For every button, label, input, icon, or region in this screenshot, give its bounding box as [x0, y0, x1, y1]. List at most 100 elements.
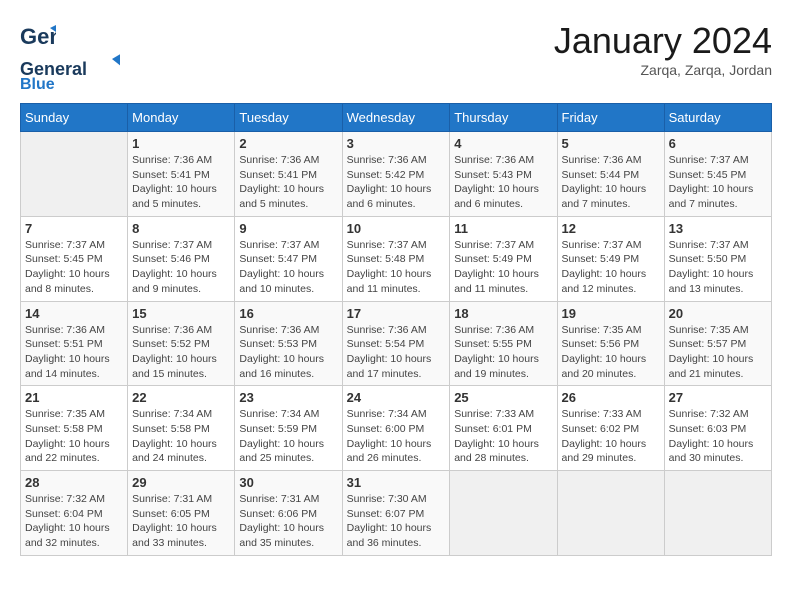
day-info: Sunrise: 7:31 AMSunset: 6:06 PMDaylight:… — [239, 492, 337, 551]
day-info: Sunrise: 7:35 AMSunset: 5:58 PMDaylight:… — [25, 407, 123, 466]
day-info: Sunrise: 7:31 AMSunset: 6:05 PMDaylight:… — [132, 492, 230, 551]
day-number: 29 — [132, 475, 230, 490]
location: Zarqa, Zarqa, Jordan — [554, 62, 772, 78]
calendar-cell: 10Sunrise: 7:37 AMSunset: 5:48 PMDayligh… — [342, 216, 450, 301]
day-info: Sunrise: 7:30 AMSunset: 6:07 PMDaylight:… — [347, 492, 446, 551]
calendar-cell: 17 Sunrise: 7:36 AMSunset: 5:54 PMDayligh… — [342, 301, 450, 386]
calendar-cell: 12 Sunrise: 7:37 AMSunset: 5:49 PMDayligh… — [557, 216, 664, 301]
day-info: Sunrise: 7:36 AMSunset: 5:43 PMDaylight:… — [454, 153, 552, 212]
day-number: 17 — [347, 306, 446, 321]
day-number: 9 — [239, 221, 337, 236]
day-info: Sunrise: 7:36 AMSunset: 5:41 PMDaylight:… — [132, 153, 230, 212]
calendar-cell: 13 Sunrise: 7:37 AMSunset: 5:50 PMDayligh… — [664, 216, 771, 301]
calendar-cell: 3Sunrise: 7:36 AMSunset: 5:42 PMDaylight… — [342, 132, 450, 217]
day-info: Sunrise: 7:37 AMSunset: 5:47 PMDaylight:… — [239, 238, 337, 297]
day-number: 30 — [239, 475, 337, 490]
calendar-cell: 27 Sunrise: 7:32 AMSunset: 6:03 PMDayligh… — [664, 386, 771, 471]
day-number: 24 — [347, 390, 446, 405]
weekday-header-cell: Friday — [557, 104, 664, 132]
calendar-cell: 1 Sunrise: 7:36 AMSunset: 5:41 PMDaylight… — [128, 132, 235, 217]
day-info: Sunrise: 7:36 AMSunset: 5:51 PMDaylight:… — [25, 323, 123, 382]
weekday-header-cell: Saturday — [664, 104, 771, 132]
day-info: Sunrise: 7:37 AMSunset: 5:48 PMDaylight:… — [347, 238, 446, 297]
day-info: Sunrise: 7:37 AMSunset: 5:45 PMDaylight:… — [669, 153, 767, 212]
day-number: 2 — [239, 136, 337, 151]
calendar-cell: 19 Sunrise: 7:35 AMSunset: 5:56 PMDayligh… — [557, 301, 664, 386]
calendar-cell: 20 Sunrise: 7:35 AMSunset: 5:57 PMDayligh… — [664, 301, 771, 386]
page-header: General General Blue January 2024 Zarqa,… — [20, 20, 772, 93]
day-number: 12 — [562, 221, 660, 236]
calendar-week-row: 28 Sunrise: 7:32 AMSunset: 6:04 PMDayligh… — [21, 471, 772, 556]
calendar-week-row: 1 Sunrise: 7:36 AMSunset: 5:41 PMDaylight… — [21, 132, 772, 217]
calendar-cell: 11Sunrise: 7:37 AMSunset: 5:49 PMDayligh… — [450, 216, 557, 301]
day-info: Sunrise: 7:32 AMSunset: 6:03 PMDaylight:… — [669, 407, 767, 466]
day-info: Sunrise: 7:36 AMSunset: 5:41 PMDaylight:… — [239, 153, 337, 212]
day-number: 6 — [669, 136, 767, 151]
calendar-cell: 5Sunrise: 7:36 AMSunset: 5:44 PMDaylight… — [557, 132, 664, 217]
day-info: Sunrise: 7:33 AMSunset: 6:01 PMDaylight:… — [454, 407, 552, 466]
weekday-header-row: SundayMondayTuesdayWednesdayThursdayFrid… — [21, 104, 772, 132]
day-number: 4 — [454, 136, 552, 151]
calendar-week-row: 7 Sunrise: 7:37 AMSunset: 5:45 PMDaylight… — [21, 216, 772, 301]
day-number: 28 — [25, 475, 123, 490]
day-number: 3 — [347, 136, 446, 151]
day-number: 21 — [25, 390, 123, 405]
day-number: 11 — [454, 221, 552, 236]
day-number: 23 — [239, 390, 337, 405]
calendar-cell: 22Sunrise: 7:34 AMSunset: 5:58 PMDayligh… — [128, 386, 235, 471]
day-info: Sunrise: 7:37 AMSunset: 5:49 PMDaylight:… — [562, 238, 660, 297]
day-number: 5 — [562, 136, 660, 151]
day-info: Sunrise: 7:32 AMSunset: 6:04 PMDaylight:… — [25, 492, 123, 551]
calendar-week-row: 14 Sunrise: 7:36 AMSunset: 5:51 PMDayligh… — [21, 301, 772, 386]
calendar-cell: 29 Sunrise: 7:31 AMSunset: 6:05 PMDayligh… — [128, 471, 235, 556]
month-title: January 2024 — [554, 20, 772, 62]
day-number: 13 — [669, 221, 767, 236]
calendar-week-row: 21 Sunrise: 7:35 AMSunset: 5:58 PMDayligh… — [21, 386, 772, 471]
calendar-cell: 23 Sunrise: 7:34 AMSunset: 5:59 PMDayligh… — [235, 386, 342, 471]
day-info: Sunrise: 7:36 AMSunset: 5:54 PMDaylight:… — [347, 323, 446, 382]
title-block: January 2024 Zarqa, Zarqa, Jordan — [554, 20, 772, 78]
calendar-cell: 2 Sunrise: 7:36 AMSunset: 5:41 PMDaylight… — [235, 132, 342, 217]
day-number: 14 — [25, 306, 123, 321]
weekday-header-cell: Sunday — [21, 104, 128, 132]
calendar-cell — [21, 132, 128, 217]
day-number: 1 — [132, 136, 230, 151]
day-number: 20 — [669, 306, 767, 321]
day-info: Sunrise: 7:37 AMSunset: 5:45 PMDaylight:… — [25, 238, 123, 297]
weekday-header-cell: Thursday — [450, 104, 557, 132]
day-number: 19 — [562, 306, 660, 321]
day-info: Sunrise: 7:35 AMSunset: 5:56 PMDaylight:… — [562, 323, 660, 382]
day-number: 7 — [25, 221, 123, 236]
calendar-cell: 15 Sunrise: 7:36 AMSunset: 5:52 PMDayligh… — [128, 301, 235, 386]
calendar-cell — [450, 471, 557, 556]
day-info: Sunrise: 7:37 AMSunset: 5:50 PMDaylight:… — [669, 238, 767, 297]
day-info: Sunrise: 7:33 AMSunset: 6:02 PMDaylight:… — [562, 407, 660, 466]
weekday-header-cell: Wednesday — [342, 104, 450, 132]
day-info: Sunrise: 7:36 AMSunset: 5:53 PMDaylight:… — [239, 323, 337, 382]
calendar-cell: 14 Sunrise: 7:36 AMSunset: 5:51 PMDayligh… — [21, 301, 128, 386]
day-info: Sunrise: 7:34 AMSunset: 5:58 PMDaylight:… — [132, 407, 230, 466]
logo: General General Blue — [20, 20, 120, 93]
day-number: 26 — [562, 390, 660, 405]
calendar-cell: 6 Sunrise: 7:37 AMSunset: 5:45 PMDaylight… — [664, 132, 771, 217]
day-number: 27 — [669, 390, 767, 405]
calendar-table: SundayMondayTuesdayWednesdayThursdayFrid… — [20, 103, 772, 556]
day-number: 25 — [454, 390, 552, 405]
day-info: Sunrise: 7:34 AMSunset: 5:59 PMDaylight:… — [239, 407, 337, 466]
day-number: 15 — [132, 306, 230, 321]
day-info: Sunrise: 7:36 AMSunset: 5:52 PMDaylight:… — [132, 323, 230, 382]
day-number: 16 — [239, 306, 337, 321]
day-info: Sunrise: 7:35 AMSunset: 5:57 PMDaylight:… — [669, 323, 767, 382]
day-number: 18 — [454, 306, 552, 321]
calendar-cell: 8Sunrise: 7:37 AMSunset: 5:46 PMDaylight… — [128, 216, 235, 301]
weekday-header-cell: Monday — [128, 104, 235, 132]
calendar-cell: 28 Sunrise: 7:32 AMSunset: 6:04 PMDayligh… — [21, 471, 128, 556]
calendar-cell — [557, 471, 664, 556]
day-number: 31 — [347, 475, 446, 490]
calendar-cell: 24Sunrise: 7:34 AMSunset: 6:00 PMDayligh… — [342, 386, 450, 471]
calendar-cell: 7 Sunrise: 7:37 AMSunset: 5:45 PMDaylight… — [21, 216, 128, 301]
calendar-cell: 26 Sunrise: 7:33 AMSunset: 6:02 PMDayligh… — [557, 386, 664, 471]
calendar-cell: 21 Sunrise: 7:35 AMSunset: 5:58 PMDayligh… — [21, 386, 128, 471]
calendar-body: 1 Sunrise: 7:36 AMSunset: 5:41 PMDaylight… — [21, 132, 772, 556]
calendar-cell: 31 Sunrise: 7:30 AMSunset: 6:07 PMDayligh… — [342, 471, 450, 556]
